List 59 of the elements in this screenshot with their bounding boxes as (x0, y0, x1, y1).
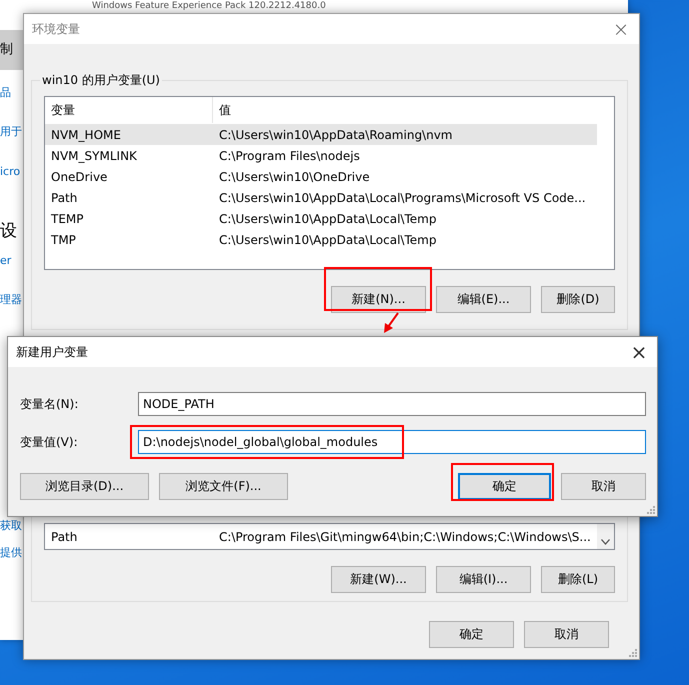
window-title: 新建用户变量 (16, 344, 88, 360)
variable-value: C:\Users\win10\AppData\Local\Temp (218, 232, 436, 246)
dialog-button[interactable]: 取消 (561, 473, 646, 500)
section-heading: 设 (0, 220, 17, 242)
input-field[interactable]: NODE_PATH (138, 392, 646, 416)
sidebar-link[interactable]: er (0, 254, 12, 268)
sidebar-tab[interactable]: 制 (0, 30, 23, 70)
dialog-button[interactable]: 浏览文件(F)... (159, 473, 288, 500)
dialog-button[interactable]: 编辑(E)... (436, 286, 531, 313)
variable-row[interactable]: TEMP C:\Users\win10\AppData\Local\Temp (45, 208, 597, 229)
variable-name: NVM_HOME (50, 128, 122, 142)
variable-name: OneDrive (50, 170, 108, 184)
variable-row[interactable]: NVM_SYMLINK C:\Program Files\nodejs (45, 145, 597, 166)
variable-value: C:\Program Files\Git\mingw64\bin;C:\Windows;C:\Windows\S... (218, 530, 591, 544)
variable-row[interactable]: OneDrive C:\Users\win10\OneDrive (45, 166, 597, 187)
dialog-button[interactable]: 确定 (458, 473, 551, 500)
variable-row[interactable]: TMP C:\Users\win10\AppData\Local\Temp (45, 229, 597, 250)
group-title: win10 的用户变量(U) (41, 72, 161, 89)
sidebar-link[interactable]: 用于 (0, 125, 22, 139)
variable-row[interactable]: Path C:\Users\win10\AppData\Local\Programs\Microsoft VS Code... (45, 187, 597, 208)
variable-value: C:\Users\win10\AppData\Local\Temp (218, 212, 436, 226)
sidebar-link[interactable]: icro (0, 165, 20, 179)
variable-value: C:\Users\win10\OneDrive (218, 170, 370, 184)
variable-name: NVM_SYMLINK (50, 148, 138, 162)
variable-name: Path (50, 190, 78, 204)
version-caption: Windows Feature Experience Pack 120.2212.4180.0 (92, 1, 326, 12)
dialog-button[interactable]: 确定 (429, 621, 514, 648)
close-button[interactable]: × (627, 340, 651, 364)
dialog-button[interactable]: 新建(N)... (331, 286, 426, 313)
dialog-button[interactable]: 删除(D) (541, 286, 615, 313)
window-title: 环境变量 (32, 20, 80, 38)
column-header[interactable]: 值 (213, 97, 231, 123)
sidebar-link[interactable]: 获取 (0, 519, 22, 533)
input-field[interactable]: D:\nodejs\nodel_global\global_modules (138, 430, 646, 454)
dialog-button[interactable]: 浏览目录(D)... (20, 473, 149, 500)
variable-name: TEMP (50, 212, 85, 226)
field-label: 变量值(V): (20, 434, 79, 450)
variable-row[interactable]: Path C:\Program Files\Git\mingw64\bin;C:\Windows;C:\Windows\S... (45, 524, 597, 549)
column-header[interactable]: 变量 (45, 97, 213, 123)
variable-value: C:\Program Files\nodejs (218, 148, 360, 162)
variable-value: C:\Users\win10\AppData\Roaming\nvm (218, 128, 452, 142)
variable-value: C:\Users\win10\AppData\Local\Programs\Microsoft VS Code... (218, 190, 586, 204)
variable-name: Path (50, 530, 78, 544)
field-label: 变量名(N): (20, 396, 80, 412)
scrollbar[interactable] (597, 524, 614, 549)
pointer-arrow (384, 312, 399, 333)
sidebar-link[interactable]: 提供 (0, 546, 22, 560)
variable-name: TMP (50, 232, 77, 246)
dialog-button[interactable]: 取消 (524, 621, 609, 648)
variable-row[interactable]: NVM_HOME C:\Users\win10\AppData\Roaming\nvm (45, 124, 597, 145)
close-button[interactable]: × (609, 17, 633, 41)
sidebar-link[interactable]: 品 (0, 86, 11, 100)
scroll-down-icon[interactable] (601, 539, 610, 545)
sidebar-link[interactable]: 理器 (0, 293, 22, 307)
dialog-button[interactable]: 新建(W)... (331, 566, 426, 593)
dialog-button[interactable]: 编辑(I)... (436, 566, 531, 593)
resize-grip-icon[interactable] (628, 648, 637, 657)
resize-grip-icon[interactable] (646, 505, 655, 514)
dialog-button[interactable]: 删除(L) (541, 566, 615, 593)
